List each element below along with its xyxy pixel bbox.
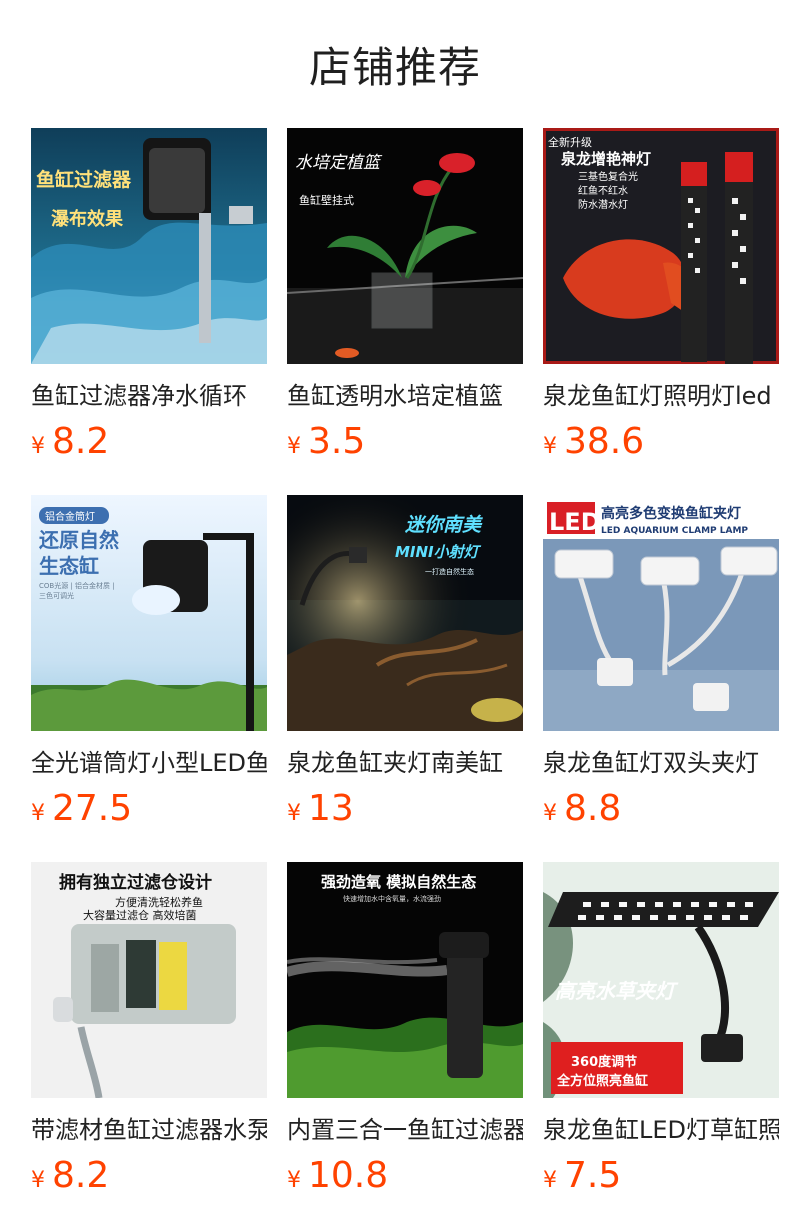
- currency-symbol: ¥: [31, 1168, 45, 1193]
- product-grid: 鱼缸过滤器 瀑布效果 鱼缸过滤器净水循环 ¥8.2 水培定植篮 鱼缸壁挂式 鱼缸…: [31, 128, 790, 1230]
- image-text: 三色可调光: [39, 591, 74, 600]
- product-price: ¥13: [287, 789, 523, 835]
- image-text: COB光源 | 铝合金材质 |: [39, 581, 115, 590]
- image-text: 生态缸: [39, 554, 99, 578]
- product-image[interactable]: 鱼缸过滤器 瀑布效果: [31, 128, 267, 364]
- image-text: MINI小射灯: [395, 543, 482, 561]
- product-title[interactable]: 泉龙鱼缸灯双头夹灯: [543, 747, 779, 779]
- image-text: 一打造自然生态: [425, 567, 474, 576]
- product-image[interactable]: 强劲造氧 模拟自然生态 快速增加水中含氧量，水流强劲: [287, 862, 523, 1098]
- image-text: 铝合金筒灯: [45, 510, 95, 523]
- price-value: 27.5: [52, 788, 133, 829]
- currency-symbol: ¥: [287, 801, 301, 826]
- image-text: 高亮水草夹灯: [555, 979, 679, 1003]
- price-value: 10.8: [308, 1155, 389, 1196]
- product-image[interactable]: 全新升级 泉龙增艳神灯 三基色复合光 红鱼不红水 防水潜水灯: [543, 128, 779, 364]
- product-price: ¥27.5: [31, 789, 267, 835]
- currency-symbol: ¥: [543, 434, 557, 459]
- product-card[interactable]: LED 高亮多色变换鱼缸夹灯 LED AQUARIUM CLAMP LAMP 泉…: [543, 495, 779, 835]
- product-card[interactable]: 水培定植篮 鱼缸壁挂式 鱼缸透明水培定植篮 ¥3.5: [287, 128, 523, 468]
- price-value: 38.6: [564, 421, 645, 462]
- image-text: 方便清洗轻松养鱼: [115, 895, 203, 909]
- currency-symbol: ¥: [31, 801, 45, 826]
- image-text: 防水潜水灯: [578, 198, 628, 211]
- product-image[interactable]: 迷你南美 MINI小射灯 一打造自然生态: [287, 495, 523, 731]
- price-value: 3.5: [308, 421, 366, 462]
- product-title[interactable]: 鱼缸过滤器净水循环: [31, 380, 267, 412]
- product-card[interactable]: 全新升级 泉龙增艳神灯 三基色复合光 红鱼不红水 防水潜水灯 泉龙鱼缸灯照明灯l…: [543, 128, 779, 468]
- image-text: 全新升级: [548, 135, 592, 149]
- product-card[interactable]: 鱼缸过滤器 瀑布效果 鱼缸过滤器净水循环 ¥8.2: [31, 128, 267, 468]
- page-header: 店铺推荐: [0, 0, 790, 128]
- product-title[interactable]: 带滤材鱼缸过滤器水泵: [31, 1114, 267, 1146]
- price-value: 7.5: [564, 1155, 622, 1196]
- price-value: 8.2: [52, 421, 110, 462]
- product-price: ¥3.5: [287, 422, 523, 468]
- image-text: 强劲造氧 模拟自然生态: [321, 873, 476, 891]
- product-title[interactable]: 鱼缸透明水培定植篮: [287, 380, 523, 412]
- product-price: ¥8.8: [543, 789, 779, 835]
- image-text: 大容量过滤仓 高效培菌: [83, 908, 197, 922]
- image-text: 还原自然: [38, 528, 119, 552]
- product-price: ¥7.5: [543, 1156, 779, 1202]
- image-text: LED AQUARIUM CLAMP LAMP: [601, 526, 748, 536]
- image-text: 水培定植篮: [295, 153, 383, 173]
- image-text: 鱼缸壁挂式: [299, 193, 354, 207]
- product-price: ¥10.8: [287, 1156, 523, 1202]
- product-title[interactable]: 泉龙鱼缸夹灯南美缸: [287, 747, 523, 779]
- product-card[interactable]: 强劲造氧 模拟自然生态 快速增加水中含氧量，水流强劲 内置三合一鱼缸过滤器 ¥1…: [287, 862, 523, 1202]
- product-image[interactable]: LED 高亮多色变换鱼缸夹灯 LED AQUARIUM CLAMP LAMP: [543, 495, 779, 731]
- currency-symbol: ¥: [31, 434, 45, 459]
- image-text: LED: [549, 508, 601, 536]
- page-title: 店铺推荐: [308, 42, 481, 92]
- currency-symbol: ¥: [543, 1168, 557, 1193]
- price-value: 13: [308, 788, 354, 829]
- currency-symbol: ¥: [287, 1168, 301, 1193]
- image-text: 瀑布效果: [51, 208, 124, 230]
- product-image[interactable]: 拥有独立过滤仓设计 方便清洗轻松养鱼 大容量过滤仓 高效培菌: [31, 862, 267, 1098]
- product-card[interactable]: 拥有独立过滤仓设计 方便清洗轻松养鱼 大容量过滤仓 高效培菌 带滤材鱼缸过滤器水…: [31, 862, 267, 1202]
- image-text: 三基色复合光: [578, 170, 638, 183]
- product-title[interactable]: 内置三合一鱼缸过滤器: [287, 1114, 523, 1146]
- product-price: ¥8.2: [31, 1156, 267, 1202]
- image-text: 红鱼不红水: [578, 184, 628, 197]
- product-price: ¥8.2: [31, 422, 267, 468]
- product-image[interactable]: 水培定植篮 鱼缸壁挂式: [287, 128, 523, 364]
- price-value: 8.8: [564, 788, 622, 829]
- image-text: 全方位照亮鱼缸: [556, 1073, 648, 1089]
- product-image[interactable]: 高亮水草夹灯 360度调节 全方位照亮鱼缸: [543, 862, 779, 1098]
- product-title[interactable]: 全光谱筒灯小型LED鱼: [31, 747, 267, 779]
- image-text: 快速增加水中含氧量，水流强劲: [343, 894, 441, 903]
- image-text: 拥有独立过滤仓设计: [59, 872, 212, 893]
- price-value: 8.2: [52, 1155, 110, 1196]
- product-card[interactable]: 迷你南美 MINI小射灯 一打造自然生态 泉龙鱼缸夹灯南美缸 ¥13: [287, 495, 523, 835]
- product-price: ¥38.6: [543, 422, 779, 468]
- currency-symbol: ¥: [543, 801, 557, 826]
- product-title[interactable]: 泉龙鱼缸LED灯草缸照明: [543, 1114, 779, 1146]
- image-text: 360度调节: [571, 1054, 637, 1070]
- product-card[interactable]: 高亮水草夹灯 360度调节 全方位照亮鱼缸 泉龙鱼缸LED灯草缸照明 ¥7.5: [543, 862, 779, 1202]
- product-title[interactable]: 泉龙鱼缸灯照明灯led: [543, 380, 779, 412]
- image-text: 泉龙增艳神灯: [560, 150, 651, 168]
- image-text: 高亮多色变换鱼缸夹灯: [601, 505, 741, 522]
- product-image[interactable]: 铝合金筒灯 还原自然 生态缸 COB光源 | 铝合金材质 | 三色可调光: [31, 495, 267, 731]
- image-text: 迷你南美: [404, 514, 483, 536]
- product-card[interactable]: 铝合金筒灯 还原自然 生态缸 COB光源 | 铝合金材质 | 三色可调光 全光谱…: [31, 495, 267, 835]
- currency-symbol: ¥: [287, 434, 301, 459]
- image-text: 鱼缸过滤器: [36, 168, 132, 191]
